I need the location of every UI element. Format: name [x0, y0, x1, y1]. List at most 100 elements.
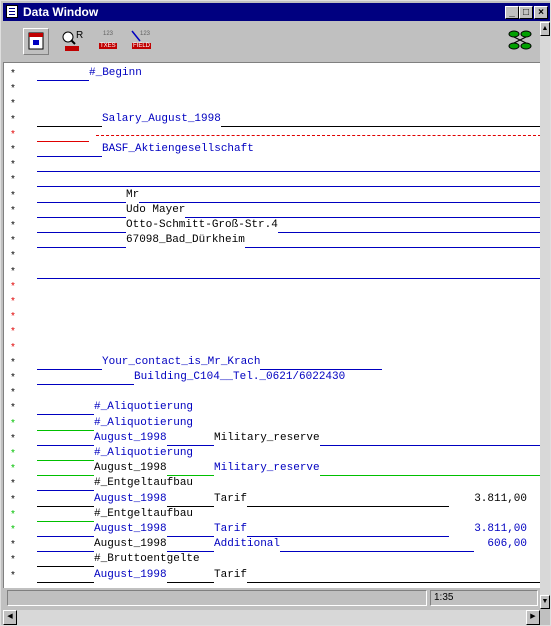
- document-line[interactable]: * #_Aliquotierung: [4, 447, 540, 462]
- document-line[interactable]: *: [4, 265, 540, 280]
- line-field-text: Tarif: [214, 568, 248, 581]
- line-marker: *: [11, 341, 15, 353]
- vertical-scroll-track[interactable]: [540, 36, 550, 595]
- line-marker: *: [11, 68, 15, 79]
- line-underline: [166, 475, 214, 477]
- line-underline: [166, 551, 214, 553]
- document-line[interactable]: * 67098_Bad_Dürkheim: [4, 234, 540, 249]
- line-marker: *: [11, 174, 15, 186]
- line-text: Udo Mayer: [126, 203, 186, 216]
- line-text: #_Bruttoentgelte: [94, 553, 200, 566]
- document-line[interactable]: * #_Entgeltaufbau: [4, 508, 540, 523]
- document-line[interactable]: *: [4, 341, 540, 356]
- zoom-tool-button[interactable]: R: [59, 28, 85, 55]
- document-line[interactable]: * Salary_August_1998: [4, 113, 540, 128]
- text-field-tool-button[interactable]: 123 TXES: [95, 28, 121, 55]
- title-bar[interactable]: Data Window _ □ ×: [3, 3, 550, 21]
- document-line[interactable]: *: [4, 280, 540, 295]
- document-line[interactable]: *: [4, 173, 540, 188]
- document-line[interactable]: * Your_contact_is_Mr_Krach: [4, 356, 540, 371]
- minimize-button[interactable]: _: [505, 6, 519, 19]
- document-line[interactable]: *: [4, 325, 540, 340]
- line-text: #_Beginn: [89, 67, 142, 79]
- document-line[interactable]: * Otto-Schmitt-Groß-Str.4: [4, 219, 540, 234]
- line-underline: [37, 581, 94, 583]
- network-icon[interactable]: [506, 28, 534, 54]
- line-text: August_1998: [94, 462, 167, 475]
- line-underline: [37, 80, 89, 81]
- document-line[interactable]: * August_1998 Military_reserve: [4, 462, 540, 477]
- document-line[interactable]: *: [4, 97, 540, 112]
- scroll-up-button[interactable]: ▲: [540, 22, 550, 36]
- document-line[interactable]: * #_Aliquotierung: [4, 401, 540, 416]
- field-tool-sublabel: FIELD: [132, 43, 152, 49]
- line-underline: [319, 475, 540, 477]
- document-line[interactable]: * #_Entgeltaufbau: [4, 477, 540, 492]
- line-underline: [244, 247, 540, 249]
- line-underline: [37, 475, 94, 477]
- line-text: August_1998: [94, 538, 167, 551]
- line-field-text: Military_reserve: [214, 462, 320, 475]
- document-line[interactable]: * August_1998 Tarif: [4, 569, 540, 584]
- page-break-line: [96, 134, 540, 136]
- document-line[interactable]: *: [4, 82, 540, 97]
- line-underline: [37, 429, 94, 431]
- document-line[interactable]: * Mr: [4, 189, 540, 204]
- line-marker: *: [11, 113, 15, 125]
- status-pane-main: [7, 590, 427, 606]
- document-line[interactable]: *: [4, 386, 540, 401]
- document-line[interactable]: * August_1998 Tarif 3.811,00: [4, 523, 540, 538]
- line-marker: *: [11, 159, 15, 171]
- line-underline: [37, 232, 126, 233]
- horizontal-scrollbar[interactable]: ◀ ▶: [3, 610, 540, 625]
- document-line[interactable]: * BASF_Aktiengesellschaft: [4, 143, 540, 158]
- scroll-left-button[interactable]: ◀: [3, 610, 17, 625]
- document-line[interactable]: *: [4, 295, 540, 310]
- vertical-scrollbar[interactable]: ▲ ▼: [540, 22, 550, 609]
- document-line[interactable]: * August_1998 Tarif 3.811,00: [4, 493, 540, 508]
- line-underline: [37, 520, 94, 522]
- document-line[interactable]: *: [4, 249, 540, 264]
- line-marker: *: [11, 189, 15, 201]
- field-tool-button[interactable]: 123 FIELD: [128, 28, 154, 55]
- scroll-down-button[interactable]: ▼: [540, 595, 550, 609]
- maximize-button[interactable]: □: [519, 6, 533, 19]
- line-field-text: Military_reserve: [214, 431, 320, 444]
- scroll-right-button[interactable]: ▶: [526, 610, 540, 625]
- line-marker: *: [11, 128, 15, 140]
- line-underline: [37, 566, 94, 568]
- document-content[interactable]: * #_Beginn * * * Salary_August_1998 * * BASF_Akt…: [3, 62, 540, 588]
- close-button[interactable]: ×: [534, 6, 548, 19]
- document-line[interactable]: *: [4, 128, 540, 143]
- window-menu-icon[interactable]: [6, 5, 18, 18]
- line-underline: [37, 247, 126, 249]
- data-window: Data Window _ □ × R 123 TXES 123 FIELD *…: [0, 0, 551, 626]
- line-marker: *: [11, 280, 15, 292]
- line-underline: [37, 536, 94, 537]
- document-line[interactable]: * #_Beginn: [4, 67, 540, 82]
- text-field-tool-label: 123: [103, 31, 114, 37]
- document-line[interactable]: * #_Aliquotierung: [4, 417, 540, 432]
- line-underline: [37, 201, 126, 203]
- document-line[interactable]: * #_Bruttoentgelte: [4, 553, 540, 568]
- calendar-tool-button[interactable]: [23, 28, 49, 55]
- document-line[interactable]: *: [4, 310, 540, 325]
- line-underline: [37, 216, 126, 218]
- line-underline: [166, 581, 214, 583]
- line-underline: [37, 277, 540, 279]
- document-line[interactable]: * Udo Mayer: [4, 204, 540, 219]
- line-underline: [37, 505, 94, 507]
- document-line[interactable]: *: [4, 158, 540, 173]
- line-marker: *: [11, 569, 15, 581]
- document-line[interactable]: * August_1998 Military_reserve: [4, 432, 540, 447]
- line-marker: *: [11, 432, 15, 444]
- text-field-tool-sublabel: TXES: [99, 43, 117, 49]
- line-marker: *: [11, 493, 15, 505]
- line-field-text: Tarif: [214, 523, 248, 535]
- line-underline: [220, 125, 540, 127]
- document-line[interactable]: * August_1998 Additional 606,00: [4, 538, 540, 553]
- line-marker: *: [11, 311, 15, 323]
- cursor-position: 1:35: [430, 590, 538, 606]
- line-marker: *: [11, 539, 15, 551]
- document-line[interactable]: * Building_C104__Tel._0621/6022430: [4, 371, 540, 386]
